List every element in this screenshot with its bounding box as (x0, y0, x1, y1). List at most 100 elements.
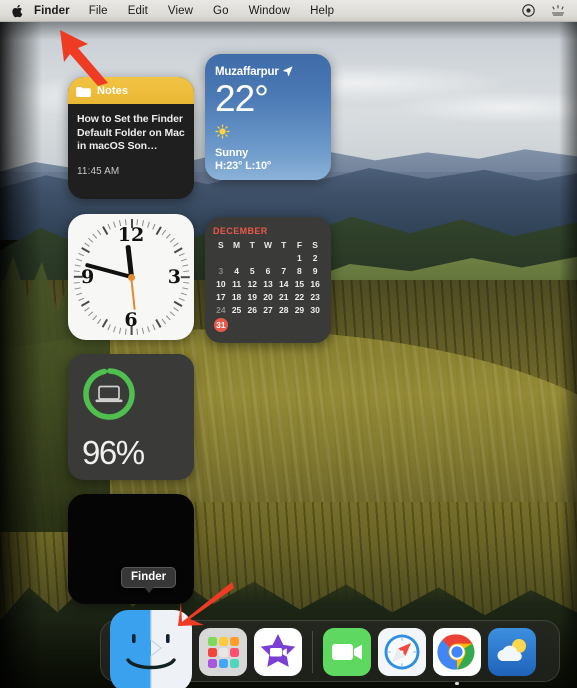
battery-percentage: 96% (82, 434, 145, 471)
calendar-day[interactable]: 21 (276, 292, 292, 303)
calendar-day[interactable]: 28 (276, 305, 292, 316)
calendar-blank-cell (213, 253, 229, 264)
calendar-day[interactable]: 6 (260, 266, 276, 277)
clock-tick (182, 287, 189, 290)
clock-tick (102, 226, 108, 235)
menu-item-go[interactable]: Go (203, 0, 239, 22)
calendar-day[interactable]: 2 (307, 253, 323, 264)
desktop[interactable]: Notes How to Set the Finder Default Fold… (0, 22, 577, 688)
calendar-day-today[interactable]: 31 (213, 318, 229, 332)
control-center-icon[interactable] (550, 3, 565, 18)
sun-icon (215, 124, 271, 144)
laptop-icon (95, 385, 123, 403)
clock-tick (78, 297, 85, 302)
widget-clock[interactable]: 12 3 6 9 (68, 214, 194, 340)
dock-running-indicator-chrome (455, 681, 459, 685)
dock-item-chrome[interactable] (433, 628, 481, 685)
widget-notes[interactable]: Notes How to Set the Finder Default Fold… (68, 77, 194, 199)
dock-separator (312, 631, 313, 673)
clock-tick (78, 252, 85, 257)
calendar-day[interactable]: 19 (244, 292, 260, 303)
calendar-day[interactable]: 5 (244, 266, 260, 277)
calendar-day[interactable]: 14 (276, 279, 292, 290)
clock-face: 12 3 6 9 (68, 214, 194, 340)
clock-tick (97, 229, 102, 236)
dock-item-launchpad[interactable] (199, 628, 247, 676)
calendar-day[interactable]: 26 (244, 305, 260, 316)
calendar-day[interactable]: 1 (292, 253, 308, 264)
calendar-day[interactable]: 9 (307, 266, 323, 277)
menu-item-edit[interactable]: Edit (118, 0, 158, 22)
calendar-day[interactable]: 12 (244, 279, 260, 290)
widget-weather[interactable]: Muzaffarpur 22° Sunny H:23° L:10° (205, 54, 331, 180)
calendar-day[interactable]: 24 (213, 305, 229, 316)
calendar-day[interactable]: 13 (260, 279, 276, 290)
calendar-day[interactable]: 15 (292, 279, 308, 290)
siri-icon[interactable] (521, 3, 536, 18)
clock-tick (141, 327, 145, 334)
clock-numeral-3: 3 (167, 266, 181, 288)
clock-tick (118, 327, 122, 334)
weather-temperature: 22° (215, 78, 269, 119)
calendar-day[interactable]: 18 (229, 292, 245, 303)
apple-logo-icon[interactable] (9, 0, 25, 22)
clock-tick (107, 324, 111, 331)
clock-tick (178, 297, 185, 302)
clock-tick (180, 258, 187, 262)
clock-tick (88, 237, 94, 243)
clock-tick (183, 270, 190, 273)
notes-note-time: 11:45 AM (77, 165, 120, 177)
calendar-day[interactable]: 22 (292, 292, 308, 303)
clock-tick (165, 315, 171, 321)
calendar-day[interactable]: 23 (307, 292, 323, 303)
clock-center-pin (127, 273, 135, 281)
calendar-day[interactable]: 29 (292, 305, 308, 316)
clock-tick (155, 226, 162, 235)
notes-widget-body: How to Set the Finder Default Folder on … (68, 104, 194, 177)
calendar-blank-cell (276, 253, 292, 264)
calendar-day[interactable]: 17 (213, 292, 229, 303)
calendar-day[interactable]: 25 (229, 305, 245, 316)
calendar-blank-cell (229, 253, 245, 264)
calendar-day[interactable]: 8 (292, 266, 308, 277)
menu-item-finder[interactable]: Finder (25, 0, 79, 22)
dock-item-imovie[interactable] (254, 628, 302, 676)
menu-bar-left: Finder File Edit View Go Window Help (0, 0, 344, 22)
clock-tick (155, 319, 162, 328)
calendar-day[interactable]: 10 (213, 279, 229, 290)
menu-item-window[interactable]: Window (239, 0, 301, 22)
calendar-day[interactable]: 27 (260, 305, 276, 316)
clock-tick (173, 307, 179, 312)
menu-item-help[interactable]: Help (300, 0, 344, 22)
notes-note-text: How to Set the Finder Default Folder on … (77, 113, 185, 152)
dock-item-facetime[interactable] (323, 628, 371, 676)
clock-tick (161, 229, 166, 236)
dock-item-safari[interactable] (378, 628, 426, 676)
calendar-day[interactable]: 3 (213, 266, 229, 277)
widget-battery[interactable]: 96% (68, 354, 194, 480)
dock-item-weather[interactable] (488, 628, 536, 676)
widget-calendar[interactable]: DECEMBER SMTWTFS 1 2 3 4 5 6 7 8 9 10 11 12 13 14 15 16… (205, 217, 331, 343)
calendar-day[interactable]: 16 (307, 279, 323, 290)
weather-city-name: Muzaffarpur (215, 66, 279, 78)
clock-tick (113, 326, 116, 333)
clock-tick (74, 264, 81, 267)
calendar-grid: SMTWTFS 1 2 3 4 5 6 7 8 9 10 11 12 13 14 15 16 17 18 19 20 2… (213, 240, 323, 332)
calendar-day[interactable]: 7 (276, 266, 292, 277)
notes-widget-title: Notes (97, 84, 129, 97)
clock-tick (178, 252, 185, 257)
calendar-day[interactable]: 11 (229, 279, 245, 290)
weather-footer: Sunny H:23° L:10° (215, 124, 271, 172)
dock-item-finder[interactable] (110, 610, 192, 688)
clock-tick (81, 247, 90, 254)
clock-tick (102, 319, 108, 328)
clock-tick (165, 233, 171, 239)
calendar-day[interactable]: 20 (260, 292, 276, 303)
menu-item-view[interactable]: View (158, 0, 203, 22)
calendar-day[interactable]: 30 (307, 305, 323, 316)
clock-tick (97, 318, 102, 325)
dock (100, 610, 560, 688)
menu-item-file[interactable]: File (79, 0, 118, 22)
calendar-weekday-0: S (218, 240, 224, 250)
calendar-day[interactable]: 4 (229, 266, 245, 277)
